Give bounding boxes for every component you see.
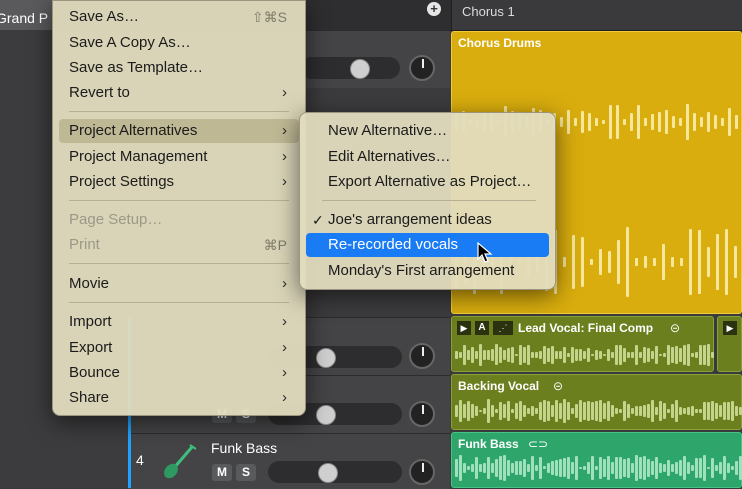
automation-icon[interactable]: A <box>475 321 489 335</box>
menu-item-alternative-joe[interactable]: ✓ Joe's arrangement ideas <box>306 208 549 232</box>
track-number: 4 <box>136 452 144 468</box>
add-track-button[interactable]: + <box>427 2 441 16</box>
chevron-right-icon: › <box>282 122 287 139</box>
volume-slider-knob[interactable] <box>350 59 370 79</box>
menu-item-project-settings[interactable]: Project Settings › <box>59 170 299 194</box>
chevron-right-icon: › <box>282 275 287 292</box>
menu-item-project-alternatives[interactable]: Project Alternatives › <box>59 119 299 143</box>
checkmark-icon: ✓ <box>312 212 324 228</box>
chevron-right-icon: › <box>282 364 287 381</box>
play-icon[interactable]: ▶ <box>457 321 471 335</box>
flex-icon[interactable]: ⋰ <box>493 321 513 335</box>
arrangement-marker-chorus[interactable]: Chorus 1 <box>451 0 742 30</box>
volume-slider-knob[interactable] <box>318 463 338 483</box>
menu-item-save-as[interactable]: Save As… ⇧⌘S <box>59 5 299 29</box>
chevron-right-icon: › <box>282 148 287 165</box>
menu-item-alternative-rerecorded[interactable]: Re-recorded vocals <box>306 233 549 257</box>
pan-knob[interactable] <box>409 459 435 485</box>
region-title: Backing Vocal <box>458 379 540 393</box>
region-title: Chorus Drums <box>458 36 542 50</box>
volume-slider-knob[interactable] <box>316 405 336 425</box>
project-alternatives-submenu: New Alternative… Edit Alternatives… Expo… <box>299 112 556 290</box>
region-lead-vocal[interactable]: ▶ A ⋰ Lead Vocal: Final Comp ⊝ <box>451 316 714 372</box>
menu-item-export[interactable]: Export › <box>59 336 299 360</box>
menu-item-page-setup: Page Setup… <box>69 211 163 228</box>
chevron-right-icon: › <box>282 339 287 356</box>
take-folder-icon[interactable]: ⊝ <box>670 321 680 335</box>
menu-item-edit-alternatives[interactable]: Edit Alternatives… <box>306 145 549 169</box>
menu-item-save-template[interactable]: Save as Template… <box>59 56 299 80</box>
menu-item-print: Print ⌘P <box>69 236 287 253</box>
menu-item-bounce[interactable]: Bounce › <box>59 361 299 385</box>
menu-item-movie[interactable]: Movie › <box>59 272 299 296</box>
menu-separator <box>69 111 289 112</box>
solo-button[interactable]: S <box>236 464 256 481</box>
menu-item-import[interactable]: Import › <box>59 310 299 334</box>
bass-guitar-icon <box>160 441 200 481</box>
menu-item-share[interactable]: Share › <box>59 386 299 410</box>
mouse-pointer-icon <box>477 241 493 264</box>
menu-item-new-alternative[interactable]: New Alternative… <box>306 119 549 143</box>
region-funk-bass[interactable]: Funk Bass ⊂⊃ <box>451 432 742 488</box>
chevron-right-icon: › <box>282 173 287 190</box>
pan-knob[interactable] <box>409 55 435 81</box>
pan-knob[interactable] <box>409 401 435 427</box>
region-title: Lead Vocal: Final Comp <box>518 321 654 335</box>
chevron-right-icon: › <box>282 84 287 101</box>
loop-icon: ⊂⊃ <box>528 437 549 451</box>
region-lead-vocal-next[interactable]: ▶ <box>717 316 742 372</box>
mute-button[interactable]: M <box>212 464 232 481</box>
menu-separator <box>69 263 289 264</box>
volume-slider-knob[interactable] <box>316 348 336 368</box>
menu-separator <box>69 200 289 201</box>
play-icon[interactable]: ▶ <box>723 321 737 335</box>
menu-item-revert[interactable]: Revert to › <box>59 81 299 105</box>
menu-separator <box>322 200 536 201</box>
take-folder-icon[interactable]: ⊝ <box>553 379 563 393</box>
menu-item-project-management[interactable]: Project Management › <box>59 145 299 169</box>
file-menu: Save As… ⇧⌘S Save A Copy As… Save as Temp… <box>52 0 306 416</box>
region-backing-vocal[interactable]: Backing Vocal ⊝ <box>451 374 742 430</box>
track-name[interactable]: Funk Bass <box>211 440 277 456</box>
menu-item-export-alternative[interactable]: Export Alternative as Project… <box>306 170 549 194</box>
menu-item-alternative-monday[interactable]: Monday's First arrangement <box>306 259 549 283</box>
pan-knob[interactable] <box>409 343 435 369</box>
menu-separator <box>69 302 289 303</box>
chevron-right-icon: › <box>282 389 287 406</box>
region-title: Funk Bass <box>458 437 519 451</box>
menu-item-save-copy[interactable]: Save A Copy As… <box>59 31 299 55</box>
chevron-right-icon: › <box>282 313 287 330</box>
